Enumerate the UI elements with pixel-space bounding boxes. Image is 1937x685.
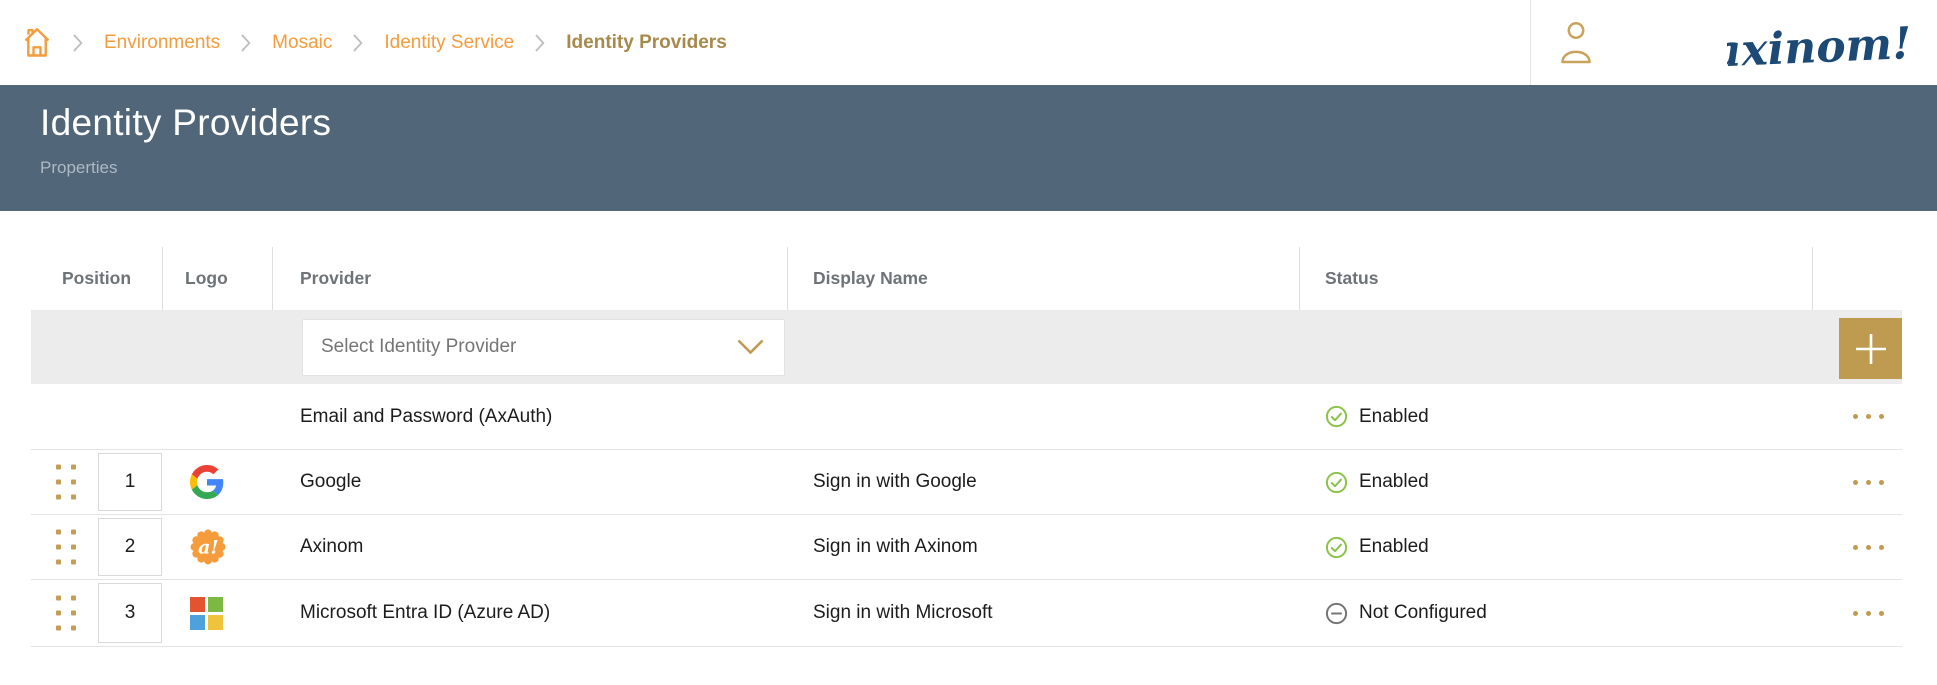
- column-header-logo: Logo: [163, 247, 273, 310]
- plus-icon: [1853, 331, 1889, 367]
- position-cell: 2: [31, 515, 163, 579]
- display-name-cell: Sign in with Axinom: [788, 515, 1300, 579]
- breadcrumb-separator-icon: [73, 34, 83, 52]
- breadcrumb-separator-icon: [241, 34, 251, 52]
- position-cell: 1: [31, 450, 163, 514]
- position-cell: 3: [31, 580, 163, 646]
- display-name: Sign in with Microsoft: [813, 602, 993, 624]
- breadcrumb-mosaic[interactable]: Mosaic: [272, 32, 332, 54]
- position-input[interactable]: 3: [98, 583, 162, 643]
- breadcrumb: Environments Mosaic Identity Service Ide…: [22, 0, 727, 85]
- status-badge: Not Configured: [1359, 602, 1487, 624]
- row-menu-ellipsis-icon[interactable]: [1853, 470, 1884, 495]
- logo-cell: [163, 384, 273, 449]
- select-placeholder: Select Identity Provider: [321, 336, 516, 358]
- provider-name: Axinom: [300, 536, 363, 558]
- provider-name: Microsoft Entra ID (Azure AD): [300, 602, 550, 624]
- status-cell: Enabled: [1300, 450, 1813, 514]
- page-subtitle: Properties: [40, 158, 1937, 178]
- status-badge: Enabled: [1359, 406, 1429, 428]
- breadcrumb-identity-service[interactable]: Identity Service: [384, 32, 514, 54]
- add-provider-row: Select Identity Provider: [31, 310, 1902, 384]
- row-menu-ellipsis-icon[interactable]: [1853, 404, 1884, 429]
- chevron-down-icon: [737, 339, 764, 355]
- breadcrumb-separator-icon: [353, 34, 363, 52]
- actions-cell: [1813, 515, 1902, 579]
- column-header-display-name: Display Name: [788, 247, 1300, 310]
- svg-text:axinom!: axinom!: [1727, 18, 1912, 74]
- status-enabled-icon: [1325, 471, 1348, 494]
- position-cell: [31, 384, 163, 449]
- column-header-actions: [1813, 247, 1902, 310]
- identity-providers-table: Position Logo Provider Display Name Stat…: [31, 247, 1902, 647]
- provider-name: Email and Password (AxAuth): [300, 406, 552, 428]
- drag-handle[interactable]: [56, 465, 76, 500]
- actions-cell: [1813, 384, 1902, 449]
- status-cell: Enabled: [1300, 515, 1813, 579]
- drag-handle[interactable]: [56, 596, 76, 631]
- position-input[interactable]: 1: [98, 453, 162, 511]
- breadcrumb-current-identity-providers: Identity Providers: [566, 32, 727, 54]
- drag-handle[interactable]: [56, 530, 76, 565]
- actions-cell: [1813, 580, 1902, 646]
- top-bar: Environments Mosaic Identity Service Ide…: [0, 0, 1937, 85]
- display-name: Sign in with Axinom: [813, 536, 978, 558]
- breadcrumb-separator-icon: [535, 34, 545, 52]
- page-title: Identity Providers: [40, 100, 1937, 146]
- position-input[interactable]: 2: [98, 518, 162, 576]
- status-cell: Not Configured: [1300, 580, 1813, 646]
- provider-cell: Microsoft Entra ID (Azure AD): [273, 580, 788, 646]
- logo-cell: a!: [163, 515, 273, 579]
- identity-provider-select[interactable]: Select Identity Provider: [302, 319, 785, 376]
- status-not-configured-icon: [1325, 602, 1348, 625]
- table-header-row: Position Logo Provider Display Name Stat…: [31, 247, 1902, 310]
- home-icon[interactable]: [22, 26, 52, 59]
- user-account-icon[interactable]: [1558, 20, 1594, 66]
- row-menu-ellipsis-icon[interactable]: [1853, 601, 1884, 626]
- axinom-brand-logo[interactable]: axinom! axinom!: [1727, 12, 1917, 74]
- status-badge: Enabled: [1359, 536, 1429, 558]
- google-logo-icon: [190, 465, 224, 499]
- display-name: Sign in with Google: [813, 471, 977, 493]
- provider-row-axinom[interactable]: 2 a! Axinom: [31, 515, 1902, 580]
- provider-cell: Email and Password (AxAuth): [273, 384, 788, 449]
- provider-row-google[interactable]: 1 Google Sign in with Google: [31, 450, 1902, 515]
- logo-cell: [163, 580, 273, 646]
- identity-providers-page: Environments Mosaic Identity Service Ide…: [0, 0, 1937, 685]
- column-header-status: Status: [1300, 247, 1813, 310]
- provider-cell: Google: [273, 450, 788, 514]
- svg-text:a!: a!: [198, 536, 219, 558]
- microsoft-logo-icon: [190, 597, 223, 630]
- column-header-provider: Provider: [273, 247, 788, 310]
- breadcrumb-environments[interactable]: Environments: [104, 32, 220, 54]
- provider-name: Google: [300, 471, 361, 493]
- column-header-position: Position: [31, 247, 163, 310]
- provider-row-axauth[interactable]: Email and Password (AxAuth) Enabled: [31, 384, 1902, 450]
- display-name-cell: Sign in with Microsoft: [788, 580, 1300, 646]
- provider-cell: Axinom: [273, 515, 788, 579]
- status-badge: Enabled: [1359, 471, 1429, 493]
- topbar-divider: [1530, 0, 1531, 85]
- row-menu-ellipsis-icon[interactable]: [1853, 535, 1884, 560]
- status-cell: Enabled: [1300, 384, 1813, 449]
- provider-row-microsoft[interactable]: 3 Microsoft Entra ID (Azure AD) Sign in …: [31, 580, 1902, 647]
- axinom-logo-icon: a!: [190, 529, 226, 565]
- status-enabled-icon: [1325, 536, 1348, 559]
- display-name-cell: Sign in with Google: [788, 450, 1300, 514]
- add-provider-button[interactable]: [1839, 318, 1902, 379]
- actions-cell: [1813, 450, 1902, 514]
- logo-cell: [163, 450, 273, 514]
- display-name-cell: [788, 384, 1300, 449]
- page-header: Identity Providers Properties: [0, 85, 1937, 211]
- status-enabled-icon: [1325, 405, 1348, 428]
